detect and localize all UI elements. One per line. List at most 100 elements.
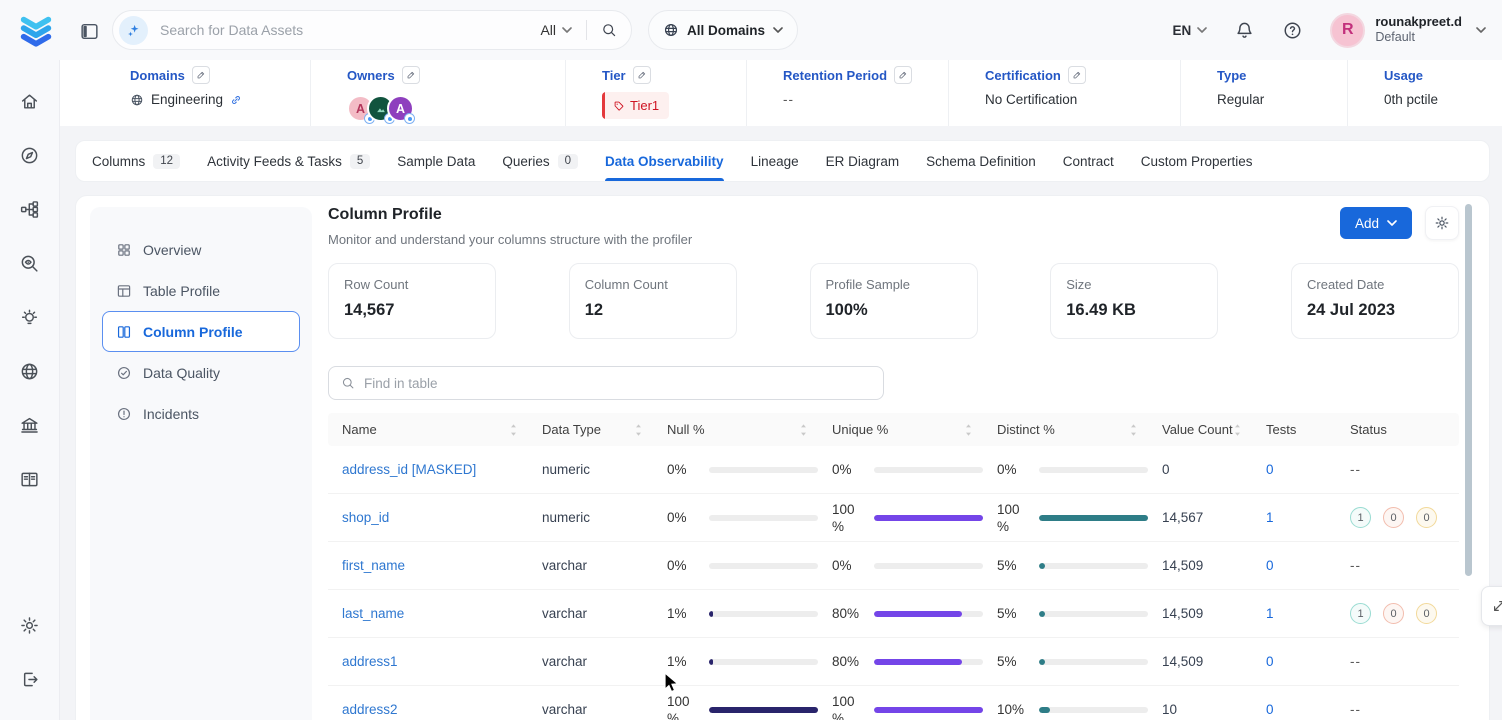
search-icon[interactable] bbox=[601, 22, 617, 38]
edit-icon[interactable] bbox=[894, 66, 912, 84]
notifications-bell-icon[interactable] bbox=[1234, 20, 1255, 41]
column-header-unique[interactable]: Unique % bbox=[818, 413, 983, 446]
subnav-item-table-profile[interactable]: Table Profile bbox=[102, 270, 300, 311]
subnav-item-overview[interactable]: Overview bbox=[102, 229, 300, 270]
user-avatar[interactable]: R bbox=[1330, 13, 1365, 48]
tests-count-link[interactable]: 0 bbox=[1266, 654, 1274, 669]
column-name-link[interactable]: address1 bbox=[342, 654, 398, 669]
sidebar-item-domains[interactable] bbox=[11, 352, 49, 390]
stat-value: 16.49 KB bbox=[1066, 301, 1202, 320]
help-icon[interactable] bbox=[1282, 20, 1303, 41]
status-aborted-badge[interactable]: 0 bbox=[1416, 507, 1437, 528]
language-selector[interactable]: EN bbox=[1173, 23, 1208, 38]
profiler-settings-gear-icon[interactable] bbox=[1425, 206, 1459, 240]
table-row: address1varchar1%80%5%14,5090-- bbox=[328, 638, 1459, 686]
all-domains-dropdown[interactable]: All Domains bbox=[648, 10, 798, 50]
find-in-table-box[interactable] bbox=[328, 366, 884, 400]
column-header-label: Null % bbox=[667, 422, 705, 437]
sort-icon[interactable] bbox=[1233, 423, 1242, 437]
tab-er-diagram[interactable]: ER Diagram bbox=[826, 141, 900, 181]
sidebar-item-home[interactable] bbox=[11, 82, 49, 120]
subnav-item-data-quality[interactable]: Data Quality bbox=[102, 352, 300, 393]
tab-sample-data[interactable]: Sample Data bbox=[397, 141, 475, 181]
sort-icon[interactable] bbox=[799, 423, 808, 437]
status-success-badge[interactable]: 1 bbox=[1350, 603, 1371, 624]
search-input[interactable] bbox=[160, 22, 540, 38]
app-logo-icon[interactable] bbox=[17, 12, 55, 50]
column-header-value-count[interactable]: Value Count bbox=[1148, 413, 1252, 446]
cell-value-count: 10 bbox=[1148, 702, 1252, 717]
vertical-scrollbar[interactable] bbox=[1465, 204, 1472, 576]
user-name: rounakpreet.d bbox=[1375, 14, 1462, 30]
columns-icon bbox=[116, 324, 132, 340]
tab-lineage[interactable]: Lineage bbox=[751, 141, 799, 181]
domain-value[interactable]: Engineering bbox=[151, 92, 223, 107]
sidebar-item-settings[interactable] bbox=[11, 606, 49, 644]
owner-avatar[interactable]: A bbox=[387, 95, 414, 122]
ai-sparkle-icon[interactable] bbox=[119, 16, 148, 45]
stat-value: 14,567 bbox=[344, 301, 480, 320]
cell-status: -- bbox=[1336, 558, 1459, 573]
tab-activity-feeds-tasks[interactable]: Activity Feeds & Tasks5 bbox=[207, 141, 370, 181]
sidebar-item-observability[interactable] bbox=[11, 244, 49, 282]
subnav-item-column-profile[interactable]: Column Profile bbox=[102, 311, 300, 352]
sort-icon[interactable] bbox=[964, 423, 973, 437]
tab-data-observability[interactable]: Data Observability bbox=[605, 141, 724, 181]
column-header-distinct[interactable]: Distinct % bbox=[983, 413, 1148, 446]
status-failed-badge[interactable]: 0 bbox=[1383, 603, 1404, 624]
link-icon[interactable] bbox=[230, 94, 242, 106]
tests-count-link[interactable]: 1 bbox=[1266, 510, 1274, 525]
global-search-bar[interactable]: All bbox=[112, 10, 632, 50]
user-menu[interactable]: R rounakpreet.d Default bbox=[1330, 13, 1486, 48]
tab-contract[interactable]: Contract bbox=[1063, 141, 1114, 181]
add-button[interactable]: Add bbox=[1340, 207, 1412, 239]
search-scope-dropdown[interactable]: All bbox=[540, 22, 572, 38]
tab-queries[interactable]: Queries0 bbox=[502, 141, 578, 181]
cell-status: -- bbox=[1336, 462, 1459, 477]
sidebar-item-explore[interactable] bbox=[11, 136, 49, 174]
tests-count-link[interactable]: 0 bbox=[1266, 702, 1274, 717]
column-header-null[interactable]: Null % bbox=[653, 413, 818, 446]
find-in-table-input[interactable] bbox=[364, 376, 871, 391]
sidebar-item-lineage[interactable] bbox=[11, 190, 49, 228]
sidebar-item-glossary[interactable] bbox=[11, 460, 49, 498]
tab-custom-properties[interactable]: Custom Properties bbox=[1141, 141, 1253, 181]
edit-icon[interactable] bbox=[1068, 66, 1086, 84]
tests-count-link[interactable]: 0 bbox=[1266, 462, 1274, 477]
subnav-item-incidents[interactable]: Incidents bbox=[102, 393, 300, 434]
sort-icon[interactable] bbox=[634, 423, 643, 437]
entity-field-domains: DomainsEngineering bbox=[60, 60, 310, 126]
column-name-link[interactable]: address_id [MASKED] bbox=[342, 462, 476, 477]
sidebar-item-govern[interactable] bbox=[11, 406, 49, 444]
column-header-name[interactable]: Name bbox=[328, 413, 528, 446]
column-header-data-type[interactable]: Data Type bbox=[528, 413, 653, 446]
status-failed-badge[interactable]: 0 bbox=[1383, 507, 1404, 528]
column-name-link[interactable]: last_name bbox=[342, 606, 404, 621]
column-name-link[interactable]: shop_id bbox=[342, 510, 389, 525]
tab-label: Schema Definition bbox=[926, 154, 1036, 169]
edit-icon[interactable] bbox=[402, 66, 420, 84]
tab-columns[interactable]: Columns12 bbox=[92, 141, 180, 181]
resize-handle-icon[interactable] bbox=[1481, 586, 1502, 626]
observability-icon bbox=[19, 253, 40, 274]
owner-badge-icon bbox=[404, 113, 415, 124]
sidebar-toggle-icon[interactable] bbox=[79, 21, 100, 42]
tests-count-link[interactable]: 1 bbox=[1266, 606, 1274, 621]
status-success-badge[interactable]: 1 bbox=[1350, 507, 1371, 528]
sidebar-item-insights[interactable] bbox=[11, 298, 49, 336]
edit-icon[interactable] bbox=[192, 66, 210, 84]
sidebar-item-logout[interactable] bbox=[11, 660, 49, 698]
tab-schema-definition[interactable]: Schema Definition bbox=[926, 141, 1036, 181]
stat-value: 12 bbox=[585, 301, 721, 320]
cell-name: address1 bbox=[328, 654, 528, 669]
tests-count-link[interactable]: 0 bbox=[1266, 558, 1274, 573]
edit-icon[interactable] bbox=[633, 66, 651, 84]
sort-icon[interactable] bbox=[509, 423, 518, 437]
unique-pct-bar bbox=[874, 563, 983, 569]
sort-icon[interactable] bbox=[1129, 423, 1138, 437]
column-name-link[interactable]: first_name bbox=[342, 558, 405, 573]
status-aborted-badge[interactable]: 0 bbox=[1416, 603, 1437, 624]
column-name-link[interactable]: address2 bbox=[342, 702, 398, 717]
field-label: Retention Period bbox=[783, 68, 887, 83]
tier-tag[interactable]: Tier1 bbox=[602, 92, 669, 119]
